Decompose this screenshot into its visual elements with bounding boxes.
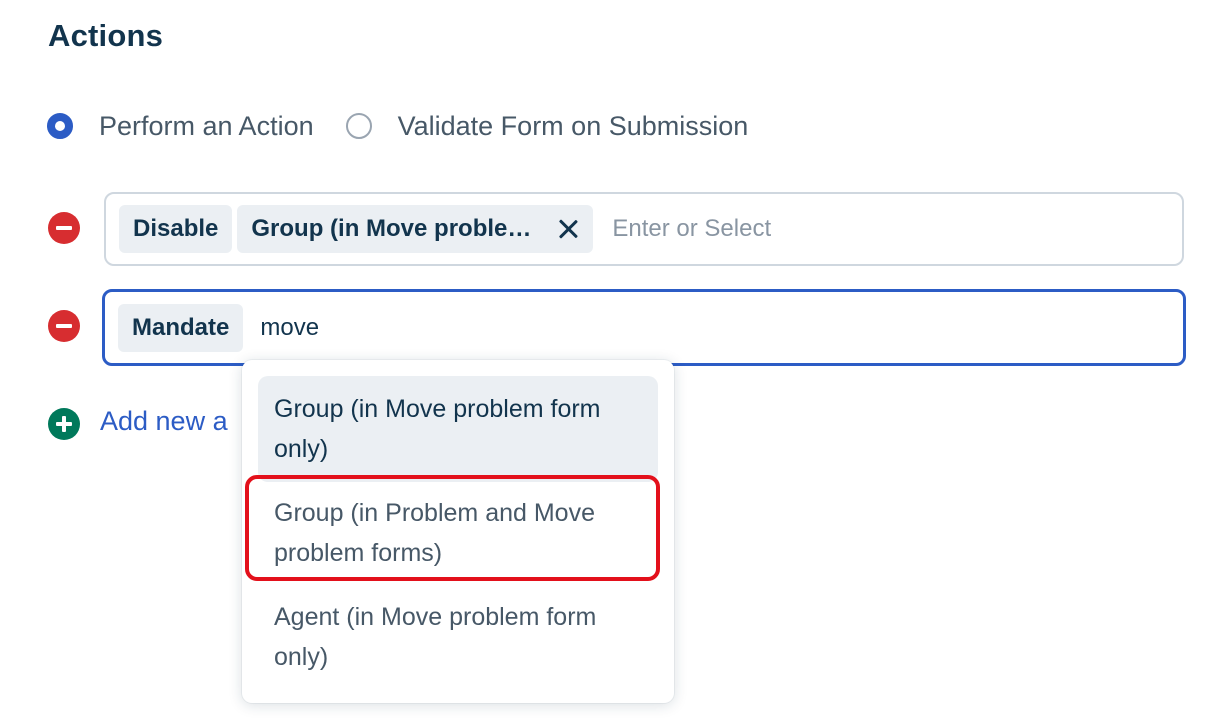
radio-button-checked[interactable] (47, 113, 73, 139)
add-new-action-link[interactable]: Add new a (100, 406, 228, 437)
radio-option-perform-action[interactable]: Perform an Action (47, 111, 314, 142)
minus-circle-icon (56, 324, 72, 328)
dropdown-option[interactable]: Agent (in Move problem form only) (258, 584, 658, 690)
rule-mandate-input[interactable] (260, 307, 1183, 348)
action-chip-disable: Disable (119, 205, 233, 253)
remove-rule-button[interactable] (48, 310, 80, 342)
rule-disable-field[interactable]: Disable Group (in Move proble… (104, 192, 1184, 266)
target-chip-label: Group (in Move proble… (251, 215, 532, 242)
add-action-button[interactable] (48, 408, 80, 440)
radio-label-perform-action: Perform an Action (99, 110, 314, 141)
section-title: Actions (48, 18, 164, 53)
target-chip: Group (in Move proble… (237, 205, 594, 253)
rule-mandate-field[interactable]: Mandate (102, 289, 1186, 366)
dropdown-option[interactable]: Group (in Move problem form only) (258, 376, 658, 482)
rule-disable-input[interactable] (612, 209, 1182, 249)
close-icon[interactable] (557, 218, 579, 240)
radio-label-validate-form: Validate Form on Submission (397, 110, 749, 141)
radio-option-validate-form[interactable]: Validate Form on Submission (345, 110, 749, 142)
action-type-radio-group: Perform an Action Validate Form on Submi… (47, 104, 748, 148)
minus-circle-icon (56, 226, 72, 230)
dropdown-option[interactable]: Group (in Problem and Move problem forms… (258, 480, 658, 586)
radio-button-unchecked[interactable] (345, 113, 372, 139)
action-chip-label: Disable (133, 215, 219, 242)
action-chip-label: Mandate (132, 313, 230, 341)
target-dropdown-menu: Group (in Move problem form only) Group … (242, 360, 674, 703)
action-chip-mandate: Mandate (118, 303, 244, 352)
remove-rule-button[interactable] (48, 212, 80, 244)
